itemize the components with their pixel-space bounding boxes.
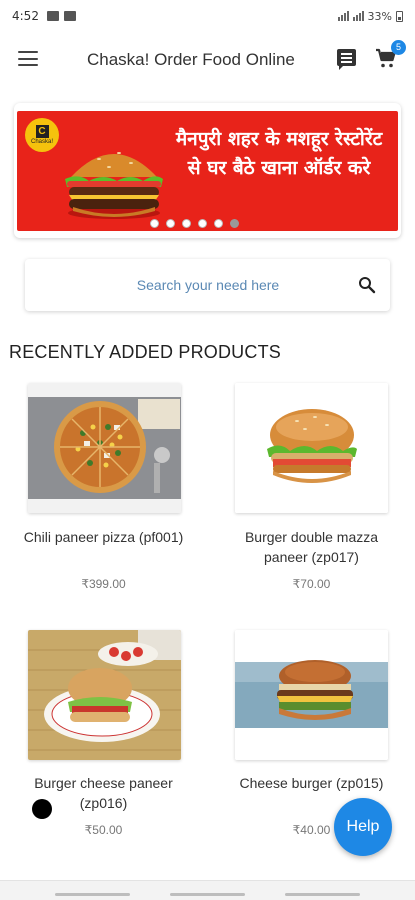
notification-icon [63, 11, 76, 21]
cell-signal-icon [352, 11, 364, 21]
carousel-dot-active[interactable] [230, 219, 239, 228]
banner-slide[interactable]: C Chaska! मैनपुरी शहर के मशहूर रेस्टोरें… [17, 111, 398, 231]
chat-icon[interactable] [337, 49, 356, 70]
banner-text: मैनपुरी शहर के मशहूर रेस्टोरेंट से घर बै… [175, 128, 383, 179]
wifi-signal-icon [337, 11, 349, 21]
app-bar: Chaska! Order Food Online 5 [0, 32, 415, 88]
battery-percent: 33% [367, 9, 392, 23]
section-title: RECENTLY ADDED PRODUCTS [9, 342, 281, 362]
floating-dot[interactable] [32, 799, 52, 819]
product-price: ₹50.00 [84, 823, 123, 837]
carousel-dot[interactable] [182, 219, 191, 228]
carousel-dot[interactable] [214, 219, 223, 228]
carousel-dot[interactable] [198, 219, 207, 228]
help-button[interactable]: Help [334, 798, 392, 856]
search-bar [25, 259, 390, 311]
status-right: 33% [337, 9, 403, 23]
banner-carousel[interactable]: C Chaska! मैनपुरी शहर के मशहूर रेस्टोरें… [14, 103, 401, 238]
cart-button[interactable]: 5 [374, 40, 406, 72]
gallery-icon [46, 11, 59, 21]
app-title: Chaska! Order Food Online [87, 50, 295, 69]
product-image-pizza[interactable] [28, 383, 181, 513]
product-name[interactable]: Chili paneer pizza (pf001) [16, 527, 191, 547]
carousel-dot[interactable] [166, 219, 175, 228]
battery-icon [396, 10, 403, 22]
carousel-dots [150, 219, 239, 228]
chaska-logo: C Chaska! [25, 118, 59, 152]
status-bar: 4:52 33% [0, 0, 415, 32]
menu-icon[interactable] [18, 51, 38, 66]
product-name[interactable]: Burger double mazza paneer (zp017) [224, 527, 399, 567]
product-price: ₹70.00 [292, 577, 331, 591]
search-input[interactable] [25, 259, 335, 311]
search-icon[interactable] [358, 276, 376, 294]
product-image-burger[interactable] [235, 383, 388, 513]
product-name[interactable]: Cheese burger (zp015) [224, 773, 399, 793]
logo-letter: C [35, 125, 49, 138]
product-image-cheese-burger[interactable] [235, 630, 388, 760]
cart-count-badge: 5 [391, 40, 406, 55]
bottom-navigation-edge [0, 880, 415, 900]
burger-image [65, 152, 163, 219]
logo-text: Chaska! [30, 139, 53, 145]
product-image-burger-plate[interactable] [28, 630, 181, 760]
carousel-dot[interactable] [150, 219, 159, 228]
product-price: ₹399.00 [81, 577, 126, 591]
status-time: 4:52 [12, 9, 39, 23]
